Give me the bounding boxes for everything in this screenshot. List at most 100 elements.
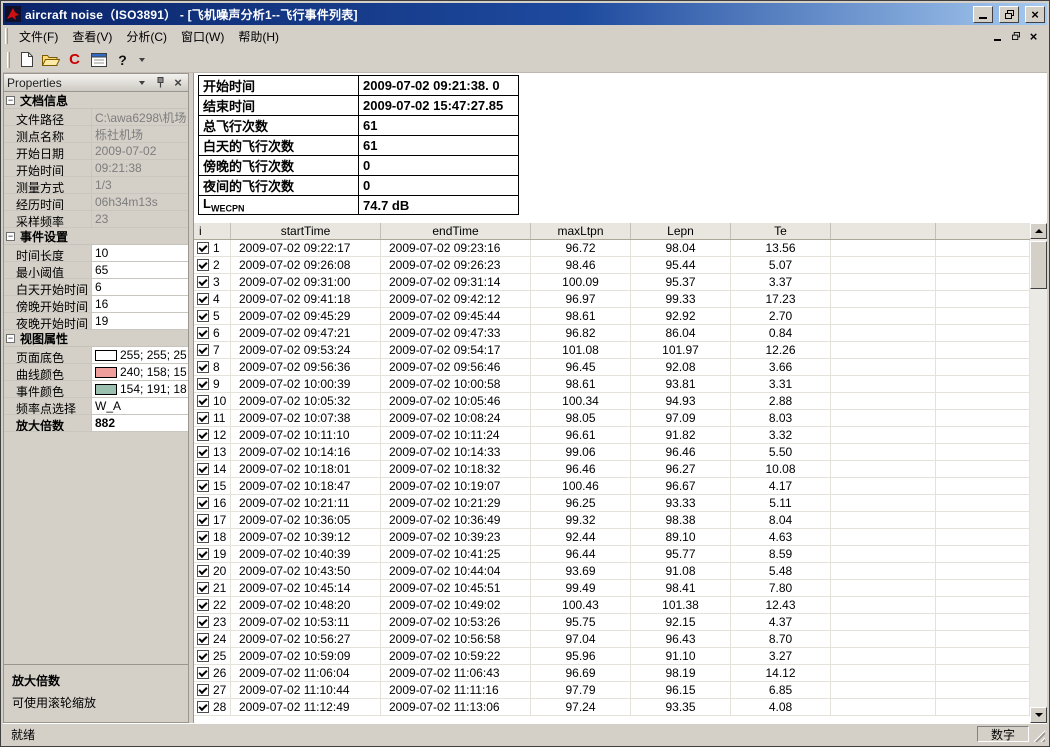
column-header-Lepn[interactable]: Lepn xyxy=(631,223,731,239)
row-checkbox[interactable] xyxy=(197,599,209,611)
table-row[interactable]: 162009-07-02 10:21:112009-07-02 10:21:29… xyxy=(194,495,1030,512)
property-row[interactable]: 文件路径C:\awa6298\机场 xyxy=(4,109,188,126)
row-checkbox[interactable] xyxy=(197,327,209,339)
row-checkbox[interactable] xyxy=(197,395,209,407)
property-row[interactable]: 时间长度10 xyxy=(4,245,188,262)
table-row[interactable]: 22009-07-02 09:26:082009-07-02 09:26:239… xyxy=(194,257,1030,274)
table-row[interactable]: 142009-07-02 10:18:012009-07-02 10:18:32… xyxy=(194,461,1030,478)
row-checkbox[interactable] xyxy=(197,259,209,271)
property-section-header[interactable]: −事件设置 xyxy=(4,228,188,245)
table-row[interactable]: 202009-07-02 10:43:502009-07-02 10:44:04… xyxy=(194,563,1030,580)
property-row[interactable]: 最小阈值65 xyxy=(4,262,188,279)
property-row[interactable]: 开始时间09:21:38 xyxy=(4,160,188,177)
property-row[interactable]: 页面底色255; 255; 25 xyxy=(4,347,188,364)
row-checkbox[interactable] xyxy=(197,361,209,373)
table-row[interactable]: 52009-07-02 09:45:292009-07-02 09:45:449… xyxy=(194,308,1030,325)
row-checkbox[interactable] xyxy=(197,497,209,509)
table-row[interactable]: 92009-07-02 10:00:392009-07-02 10:00:589… xyxy=(194,376,1030,393)
record-button[interactable]: C xyxy=(63,49,86,71)
row-checkbox[interactable] xyxy=(197,514,209,526)
table-row[interactable]: 12009-07-02 09:22:172009-07-02 09:23:169… xyxy=(194,240,1030,257)
row-checkbox[interactable] xyxy=(197,480,209,492)
column-header-endTime[interactable]: endTime xyxy=(381,223,531,239)
property-section-header[interactable]: −文档信息 xyxy=(4,92,188,109)
panel-pin-button[interactable] xyxy=(153,76,167,90)
property-row[interactable]: 频率点选择W_A xyxy=(4,398,188,415)
menu-item-0[interactable]: 文件(F) xyxy=(12,25,65,48)
table-row[interactable]: 132009-07-02 10:14:162009-07-02 10:14:33… xyxy=(194,444,1030,461)
table-row[interactable]: 232009-07-02 10:53:112009-07-02 10:53:26… xyxy=(194,614,1030,631)
table-row[interactable]: 72009-07-02 09:53:242009-07-02 09:54:171… xyxy=(194,342,1030,359)
table-row[interactable]: 122009-07-02 10:11:102009-07-02 10:11:24… xyxy=(194,427,1030,444)
row-checkbox[interactable] xyxy=(197,565,209,577)
menubar-grip[interactable] xyxy=(5,28,8,44)
column-header-i[interactable]: i xyxy=(194,223,231,239)
property-row[interactable]: 傍晚开始时间16 xyxy=(4,296,188,313)
table-row[interactable]: 42009-07-02 09:41:182009-07-02 09:42:129… xyxy=(194,291,1030,308)
table-row[interactable]: 222009-07-02 10:48:202009-07-02 10:49:02… xyxy=(194,597,1030,614)
row-checkbox[interactable] xyxy=(197,548,209,560)
column-header-Te[interactable]: Te xyxy=(731,223,831,239)
table-row[interactable]: 272009-07-02 11:10:442009-07-02 11:11:16… xyxy=(194,682,1030,699)
mdi-restore-button[interactable] xyxy=(1008,30,1023,43)
collapse-icon[interactable]: − xyxy=(6,334,15,343)
row-checkbox[interactable] xyxy=(197,344,209,356)
table-row[interactable]: 182009-07-02 10:39:122009-07-02 10:39:23… xyxy=(194,529,1030,546)
row-checkbox[interactable] xyxy=(197,378,209,390)
property-section-header[interactable]: −视图属性 xyxy=(4,330,188,347)
vertical-scrollbar[interactable] xyxy=(1030,223,1047,723)
property-row[interactable]: 经历时间06h34m13s xyxy=(4,194,188,211)
row-checkbox[interactable] xyxy=(197,446,209,458)
color-swatch[interactable] xyxy=(95,384,117,395)
row-checkbox[interactable] xyxy=(197,293,209,305)
property-row[interactable]: 白天开始时间6 xyxy=(4,279,188,296)
property-row[interactable]: 放大倍数882 xyxy=(4,415,188,432)
mdi-close-button[interactable]: × xyxy=(1026,30,1041,43)
row-checkbox[interactable] xyxy=(197,633,209,645)
row-checkbox[interactable] xyxy=(197,242,209,254)
property-row[interactable]: 曲线颜色240; 158; 15 xyxy=(4,364,188,381)
column-header-maxLtpn[interactable]: maxLtpn xyxy=(531,223,631,239)
mdi-minimize-button[interactable] xyxy=(990,30,1005,43)
column-header-startTime[interactable]: startTime xyxy=(231,223,381,239)
table-row[interactable]: 102009-07-02 10:05:322009-07-02 10:05:46… xyxy=(194,393,1030,410)
property-row[interactable]: 夜晚开始时间19 xyxy=(4,313,188,330)
table-row[interactable]: 252009-07-02 10:59:092009-07-02 10:59:22… xyxy=(194,648,1030,665)
property-row[interactable]: 测量方式1/3 xyxy=(4,177,188,194)
menu-item-4[interactable]: 帮助(H) xyxy=(231,25,286,48)
row-checkbox[interactable] xyxy=(197,276,209,288)
row-checkbox[interactable] xyxy=(197,650,209,662)
restore-button[interactable] xyxy=(999,6,1019,23)
menu-item-1[interactable]: 查看(V) xyxy=(65,25,119,48)
row-checkbox[interactable] xyxy=(197,429,209,441)
scroll-down-button[interactable] xyxy=(1030,707,1047,723)
row-checkbox[interactable] xyxy=(197,412,209,424)
table-row[interactable]: 172009-07-02 10:36:052009-07-02 10:36:49… xyxy=(194,512,1030,529)
table-row[interactable]: 212009-07-02 10:45:142009-07-02 10:45:51… xyxy=(194,580,1030,597)
table-row[interactable]: 282009-07-02 11:12:492009-07-02 11:13:06… xyxy=(194,699,1030,716)
toolbar-options-button[interactable] xyxy=(135,49,148,71)
table-row[interactable]: 62009-07-02 09:47:212009-07-02 09:47:339… xyxy=(194,325,1030,342)
row-checkbox[interactable] xyxy=(197,463,209,475)
row-checkbox[interactable] xyxy=(197,616,209,628)
table-row[interactable]: 242009-07-02 10:56:272009-07-02 10:56:58… xyxy=(194,631,1030,648)
column-header-blank[interactable] xyxy=(936,223,1030,239)
column-header-blank[interactable] xyxy=(831,223,936,239)
row-checkbox[interactable] xyxy=(197,531,209,543)
table-row[interactable]: 262009-07-02 11:06:042009-07-02 11:06:43… xyxy=(194,665,1030,682)
color-swatch[interactable] xyxy=(95,350,117,361)
menu-item-2[interactable]: 分析(C) xyxy=(119,25,174,48)
table-row[interactable]: 32009-07-02 09:31:002009-07-02 09:31:141… xyxy=(194,274,1030,291)
toolbar-grip[interactable] xyxy=(7,52,10,68)
row-checkbox[interactable] xyxy=(197,684,209,696)
table-row[interactable]: 192009-07-02 10:40:392009-07-02 10:41:25… xyxy=(194,546,1030,563)
panel-menu-button[interactable] xyxy=(135,76,149,90)
scroll-up-button[interactable] xyxy=(1030,223,1047,239)
new-document-button[interactable] xyxy=(15,49,38,71)
open-folder-button[interactable] xyxy=(39,49,62,71)
table-row[interactable]: 82009-07-02 09:56:362009-07-02 09:56:469… xyxy=(194,359,1030,376)
collapse-icon[interactable]: − xyxy=(6,96,15,105)
minimize-button[interactable] xyxy=(973,6,993,23)
table-row[interactable]: 112009-07-02 10:07:382009-07-02 10:08:24… xyxy=(194,410,1030,427)
menu-item-3[interactable]: 窗口(W) xyxy=(174,25,231,48)
